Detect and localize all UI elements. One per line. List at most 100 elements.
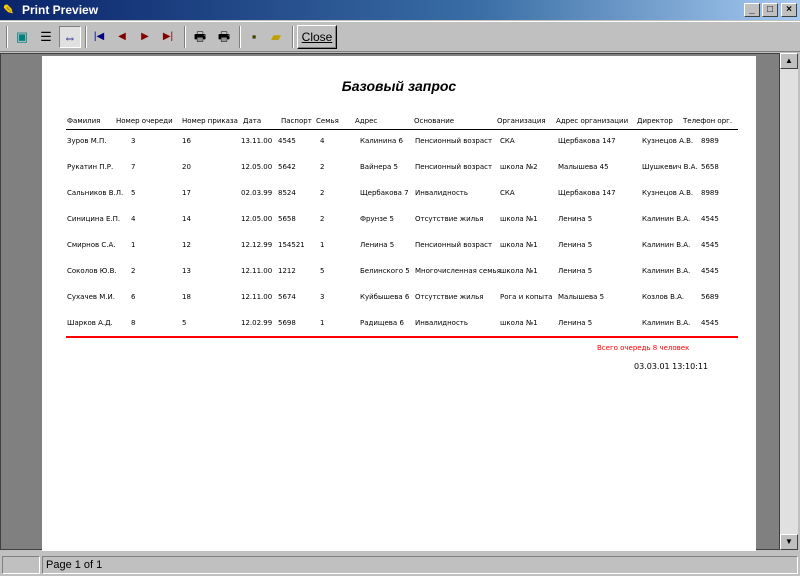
table-cell: 4545 bbox=[701, 319, 719, 327]
table-cell: 17 bbox=[182, 189, 191, 197]
table-cell: 12 bbox=[182, 241, 191, 249]
table-cell: Кузнецов А.В. bbox=[642, 137, 694, 145]
prev-page-button[interactable]: ◀ bbox=[111, 26, 133, 48]
table-cell: Ленина 5 bbox=[360, 241, 395, 249]
table-cell: 12.11.00 bbox=[241, 293, 273, 301]
table-cell: Калинин В.А. bbox=[642, 319, 691, 327]
column-header: Семья bbox=[316, 117, 339, 125]
table-cell: 4545 bbox=[701, 241, 719, 249]
separator bbox=[292, 26, 294, 48]
table-cell: Калинин В.А. bbox=[642, 215, 691, 223]
table-cell: 8524 bbox=[278, 189, 296, 197]
table-cell: 3 bbox=[131, 137, 136, 145]
maximize-button[interactable]: □ bbox=[762, 3, 778, 17]
table-cell: школа №1 bbox=[500, 267, 538, 275]
table-cell: Щербакова 147 bbox=[558, 137, 616, 145]
zoom-100-button[interactable]: ⇔ bbox=[59, 26, 81, 48]
table-cell: Козлов В.А. bbox=[642, 293, 685, 301]
table-cell: 12.05.00 bbox=[241, 215, 273, 223]
table-cell: Щербакова 147 bbox=[558, 189, 616, 197]
table-cell: 5658 bbox=[701, 163, 719, 171]
table-cell: Инвалидность bbox=[415, 319, 469, 327]
table-cell: Белинского 5 bbox=[360, 267, 410, 275]
table-cell: Шарков А.Д. bbox=[67, 319, 113, 327]
table-cell: 13.11.00 bbox=[241, 137, 273, 145]
table-cell: Малышева 45 bbox=[558, 163, 609, 171]
close-window-button[interactable]: × bbox=[781, 3, 797, 17]
table-cell: 154521 bbox=[278, 241, 305, 249]
table-cell: 12.05.00 bbox=[241, 163, 273, 171]
table-cell: Зуров М.П. bbox=[67, 137, 107, 145]
table-cell: Ленина 5 bbox=[558, 267, 593, 275]
column-header: Паспорт bbox=[281, 117, 312, 125]
page-width-button[interactable]: ☰ bbox=[35, 26, 57, 48]
table-cell: 4 bbox=[320, 137, 325, 145]
whole-page-button[interactable]: ▣ bbox=[11, 26, 33, 48]
column-header: Фамилия bbox=[67, 117, 101, 125]
app-icon: ✎ bbox=[3, 2, 14, 17]
table-cell: Малышева 5 bbox=[558, 293, 605, 301]
column-header: Телефон орг. bbox=[683, 117, 733, 125]
save-button[interactable]: ▪ bbox=[243, 26, 265, 48]
table-cell: Пенсионный возраст bbox=[415, 137, 493, 145]
column-header: Основание bbox=[414, 117, 455, 125]
table-cell: Смирнов С.А. bbox=[67, 241, 116, 249]
table-cell: 16 bbox=[182, 137, 191, 145]
separator bbox=[184, 26, 186, 48]
title-bar: ✎ Print Preview _ □ × bbox=[0, 0, 800, 20]
last-page-button[interactable]: ▶| bbox=[157, 26, 179, 48]
close-button[interactable]: Close bbox=[297, 25, 337, 49]
table-cell: 4545 bbox=[701, 215, 719, 223]
table-cell: 13 bbox=[182, 267, 191, 275]
table-cell: школа №1 bbox=[500, 241, 538, 249]
table-cell: Соколов Ю.В. bbox=[67, 267, 117, 275]
table-cell: 12.02.99 bbox=[241, 319, 273, 327]
report-title: Базовый запрос bbox=[341, 78, 457, 94]
column-header: Дата bbox=[243, 117, 262, 125]
table-cell: 6 bbox=[131, 293, 136, 301]
table-cell: школа №2 bbox=[500, 163, 538, 171]
table-cell: Ленина 5 bbox=[558, 215, 593, 223]
table-cell: 4545 bbox=[701, 267, 719, 275]
table-cell: 12.11.00 bbox=[241, 267, 273, 275]
table-cell: Куйбышева 6 bbox=[360, 293, 410, 301]
total-divider bbox=[66, 336, 738, 338]
table-cell: Отсутствие жилья bbox=[415, 215, 484, 223]
column-header: Адрес организации bbox=[556, 117, 629, 125]
table-cell: Пенсионный возраст bbox=[415, 241, 493, 249]
column-header: Номер очереди bbox=[116, 117, 173, 125]
open-button[interactable]: ▰ bbox=[265, 26, 287, 48]
minimize-button[interactable]: _ bbox=[744, 3, 760, 17]
report-total: Всего очередь 8 человек bbox=[597, 344, 690, 352]
printer-setup-button[interactable]: 🖶 bbox=[189, 26, 211, 48]
table-cell: 18 bbox=[182, 293, 191, 301]
table-cell: Рога и копыта bbox=[500, 293, 553, 301]
table-cell: Ленина 5 bbox=[558, 241, 593, 249]
table-cell: Щербакова 7 bbox=[360, 189, 409, 197]
table-cell: 14 bbox=[182, 215, 191, 223]
table-cell: 5689 bbox=[701, 293, 719, 301]
table-cell: 2 bbox=[320, 189, 325, 197]
table-cell: Калинин В.А. bbox=[642, 267, 691, 275]
status-panel bbox=[2, 556, 40, 574]
print-button[interactable]: 🖶 bbox=[213, 26, 235, 48]
scroll-up-arrow[interactable]: ▲ bbox=[780, 53, 798, 69]
next-page-button[interactable]: ▶ bbox=[134, 26, 156, 48]
table-cell: 8989 bbox=[701, 137, 719, 145]
table-cell: 1 bbox=[320, 319, 325, 327]
table-cell: 2 bbox=[320, 215, 325, 223]
page-indicator: Page 1 of 1 bbox=[42, 556, 798, 574]
table-cell: 5 bbox=[131, 189, 136, 197]
table-cell: 8989 bbox=[701, 189, 719, 197]
separator bbox=[6, 26, 8, 48]
vertical-scrollbar[interactable]: ▲ ▼ bbox=[780, 53, 798, 550]
table-cell: 1212 bbox=[278, 267, 296, 275]
table-cell: 3 bbox=[320, 293, 325, 301]
scroll-down-arrow[interactable]: ▼ bbox=[780, 534, 798, 550]
table-cell: Шушкевич В.А. bbox=[642, 163, 698, 171]
column-header: Организация bbox=[497, 117, 546, 125]
table-cell: 5642 bbox=[278, 163, 296, 171]
table-cell: 5698 bbox=[278, 319, 296, 327]
first-page-button[interactable]: |◀ bbox=[88, 26, 110, 48]
table-cell: 2 bbox=[131, 267, 136, 275]
